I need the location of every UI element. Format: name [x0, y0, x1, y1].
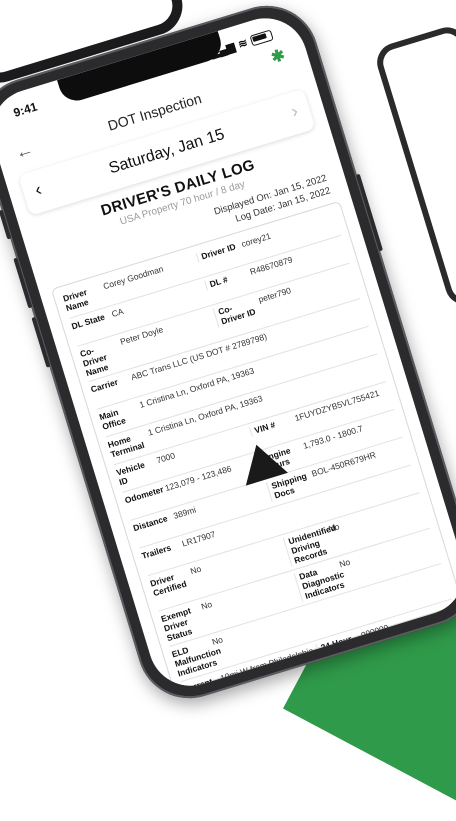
- back-arrow-icon[interactable]: ←: [13, 139, 36, 164]
- field-value: No: [327, 521, 341, 535]
- phone-frame: 9:41 ▂▄▆ ≋ ✱ ← DOT Inspection ‹ Saturday…: [0, 0, 456, 712]
- wifi-icon: ≋: [236, 36, 250, 51]
- next-day-button[interactable]: ›: [289, 101, 301, 123]
- field-value: No: [189, 563, 203, 577]
- field-value: 000000: [359, 622, 390, 641]
- volume-down-button: [31, 316, 51, 368]
- field-value: No: [210, 634, 225, 648]
- status-time: 9:41: [11, 99, 39, 120]
- field-value: No: [199, 598, 214, 612]
- battery-icon: [249, 28, 274, 46]
- field-label: Driver ID: [199, 241, 237, 262]
- field-value: No: [338, 556, 352, 570]
- mute-switch: [0, 209, 12, 240]
- field-value: corey21: [240, 230, 273, 250]
- field-label: Driver Name: [61, 286, 90, 314]
- field-value: EST (UTC-4): [232, 694, 282, 696]
- phone-screen: 9:41 ▂▄▆ ≋ ✱ ← DOT Inspection ‹ Saturday…: [0, 7, 456, 697]
- previous-day-button[interactable]: ‹: [32, 179, 44, 201]
- field-value: Corey Goodman: [101, 263, 165, 292]
- field-value: CA: [110, 306, 125, 320]
- volume-up-button: [13, 257, 33, 309]
- field-value: 7000: [155, 450, 177, 466]
- field-value: 389mi: [172, 504, 198, 521]
